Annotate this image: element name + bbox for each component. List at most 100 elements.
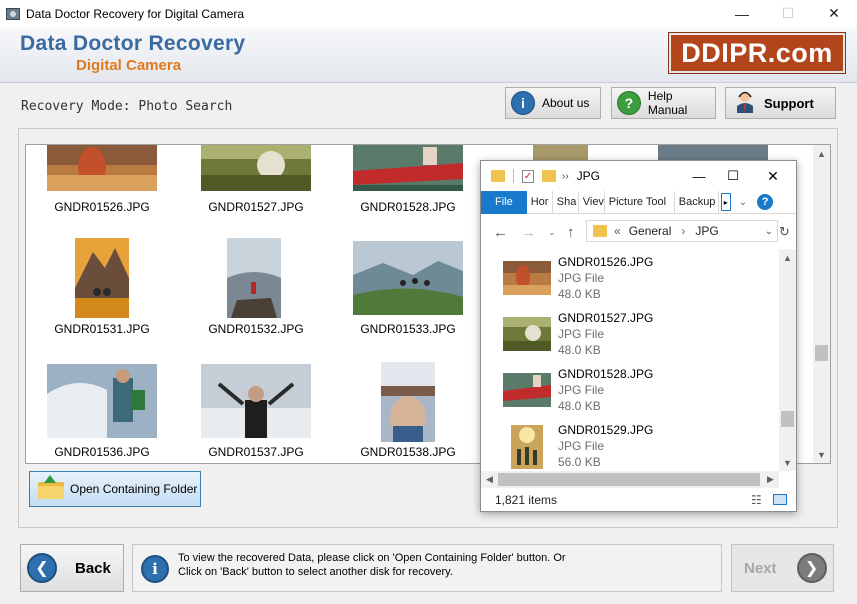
explorer-title-bar: ✓ ›› JPG — ☐ ✕ <box>481 161 796 191</box>
breadcrumb-jpg[interactable]: JPG <box>695 224 718 238</box>
folder-icon <box>491 170 505 182</box>
photo-thumbnail[interactable] <box>533 145 588 161</box>
list-item[interactable]: GNDR01527.JPG JPG File 48.0 KB <box>481 307 781 363</box>
file-type: JPG File <box>558 383 605 397</box>
file-name: GNDR01527.JPG <box>558 311 654 325</box>
refresh-icon[interactable]: ↻ <box>779 224 790 240</box>
open-folder-label: Open Containing Folder <box>70 482 198 496</box>
info-message-box: i To view the recovered Data, please cli… <box>132 544 722 592</box>
photo-thumbnail[interactable] <box>47 364 157 438</box>
photo-thumbnail[interactable] <box>381 362 435 442</box>
header-banner: Data Doctor Recovery Digital Camera DDIP… <box>0 27 857 83</box>
forward-arrow-icon[interactable]: → <box>521 224 536 241</box>
new-folder-icon[interactable] <box>542 170 556 182</box>
brand-title: Data Doctor Recovery <box>20 32 246 55</box>
recent-locations-icon[interactable]: ⌄ <box>548 227 556 238</box>
file-size: 56.0 KB <box>558 455 601 469</box>
help-manual-label: Help Manual <box>647 89 688 117</box>
address-overflow[interactable]: « <box>614 224 621 238</box>
maximize-button[interactable]: ☐ <box>765 0 811 27</box>
scroll-up-arrow-icon[interactable]: ▲ <box>779 249 796 266</box>
scroll-down-arrow-icon[interactable]: ▼ <box>813 446 830 463</box>
photo-thumbnail[interactable] <box>353 145 463 191</box>
next-button[interactable]: Next ❯ <box>731 544 834 592</box>
title-bar: Data Doctor Recovery for Digital Camera … <box>0 0 857 27</box>
back-button[interactable]: ❮ Back <box>20 544 124 592</box>
ribbon-tab-home[interactable]: Hor <box>527 190 553 214</box>
scroll-thumb[interactable] <box>781 411 794 427</box>
site-logo[interactable]: DDIPR.com <box>668 32 846 74</box>
explorer-minimize-button[interactable]: — <box>681 169 717 184</box>
scroll-thumb[interactable] <box>815 345 828 361</box>
window-title: Data Doctor Recovery for Digital Camera <box>26 6 245 21</box>
up-arrow-icon[interactable]: ↑ <box>567 224 575 241</box>
photo-thumbnail[interactable] <box>75 238 129 318</box>
scroll-right-arrow-icon[interactable]: ▶ <box>762 471 779 488</box>
next-arrow-icon: ❯ <box>796 553 827 583</box>
list-item[interactable]: GNDR01526.JPG JPG File 48.0 KB <box>481 251 781 307</box>
photo-filename: GNDR01537.JPG <box>208 445 304 459</box>
help-manual-button[interactable]: ? Help Manual <box>611 87 716 119</box>
explorer-maximize-button[interactable]: ☐ <box>715 168 751 184</box>
info-message: To view the recovered Data, please click… <box>178 551 566 579</box>
explorer-close-button[interactable]: ✕ <box>755 168 791 185</box>
back-arrow-icon[interactable]: ← <box>493 224 508 241</box>
properties-check-icon[interactable]: ✓ <box>522 169 534 183</box>
scroll-left-arrow-icon[interactable]: ◀ <box>481 471 498 488</box>
file-name: GNDR01529.JPG <box>558 423 654 437</box>
breadcrumb-separator-icon: › <box>681 224 686 238</box>
brand-subtitle: Digital Camera <box>76 57 182 74</box>
explorer-vertical-scrollbar[interactable]: ▲ ▼ <box>779 249 796 471</box>
recovery-mode-label: Recovery Mode: Photo Search <box>21 99 233 114</box>
scroll-down-arrow-icon[interactable]: ▼ <box>779 454 796 471</box>
photo-filename: GNDR01536.JPG <box>54 445 150 459</box>
about-us-button[interactable]: i About us <box>505 87 601 119</box>
next-label: Next <box>744 559 777 577</box>
file-thumbnail <box>511 425 543 469</box>
details-view-icon[interactable]: ☷ <box>751 493 762 507</box>
photo-thumbnail[interactable] <box>353 241 463 315</box>
close-button[interactable]: ✕ <box>811 0 857 27</box>
info-line-1: To view the recovered Data, please click… <box>178 552 566 564</box>
overflow-chevron-icon[interactable]: ›› <box>562 171 569 182</box>
open-containing-folder-button[interactable]: Open Containing Folder <box>29 471 201 507</box>
photo-filename: GNDR01533.JPG <box>360 322 456 336</box>
explorer-horizontal-scrollbar[interactable]: ◀ ▶ <box>481 471 779 488</box>
scroll-thumb[interactable] <box>498 473 760 486</box>
help-icon[interactable]: ? <box>757 194 774 210</box>
quick-access-divider <box>513 169 514 183</box>
ribbon-tab-file[interactable]: File <box>481 190 527 214</box>
ribbon-tab-share[interactable]: Sha <box>553 190 579 214</box>
photo-filename: GNDR01527.JPG <box>208 200 304 214</box>
address-dropdown-icon[interactable]: ⌄ <box>765 226 773 237</box>
file-explorer-window[interactable]: ✓ ›› JPG — ☐ ✕ File Hor Sha Viev Picture… <box>480 160 797 512</box>
photo-thumbnail[interactable] <box>658 145 768 161</box>
explorer-file-list[interactable]: GNDR01526.JPG JPG File 48.0 KB GNDR01527… <box>481 249 796 475</box>
file-type: JPG File <box>558 439 605 453</box>
minimize-button[interactable]: — <box>719 0 765 27</box>
scroll-up-arrow-icon[interactable]: ▲ <box>813 145 830 162</box>
back-label: Back <box>75 559 111 577</box>
ribbon-expand-icon[interactable]: ⌄ <box>739 197 747 208</box>
ribbon-scroll-right-icon[interactable]: ▸ <box>720 193 731 211</box>
photo-thumbnail[interactable] <box>227 238 281 318</box>
list-item[interactable]: GNDR01529.JPG JPG File 56.0 KB <box>481 419 781 475</box>
file-thumbnail <box>503 317 551 351</box>
large-icons-view-icon[interactable] <box>773 494 787 505</box>
ribbon-tab-view[interactable]: Viev <box>579 190 605 214</box>
file-size: 48.0 KB <box>558 287 601 301</box>
support-button[interactable]: Support <box>725 87 836 119</box>
ribbon-tab-picture-tools[interactable]: Picture Tool <box>605 190 675 214</box>
list-item[interactable]: GNDR01528.JPG JPG File 48.0 KB <box>481 363 781 419</box>
breadcrumb-general[interactable]: General <box>629 224 672 238</box>
gallery-scrollbar[interactable]: ▲ ▼ <box>813 145 830 463</box>
photo-filename: GNDR01528.JPG <box>360 200 456 214</box>
ribbon-tab-backup[interactable]: Backup <box>675 190 719 214</box>
photo-filename: GNDR01526.JPG <box>54 200 150 214</box>
support-label: Support <box>764 95 814 111</box>
address-bar[interactable]: « General › JPG ⌄ <box>586 220 778 242</box>
photo-thumbnail[interactable] <box>47 145 157 191</box>
photo-thumbnail[interactable] <box>201 364 311 438</box>
photo-thumbnail[interactable] <box>201 145 311 191</box>
explorer-status-bar: 1,821 items ☷ <box>481 488 796 511</box>
